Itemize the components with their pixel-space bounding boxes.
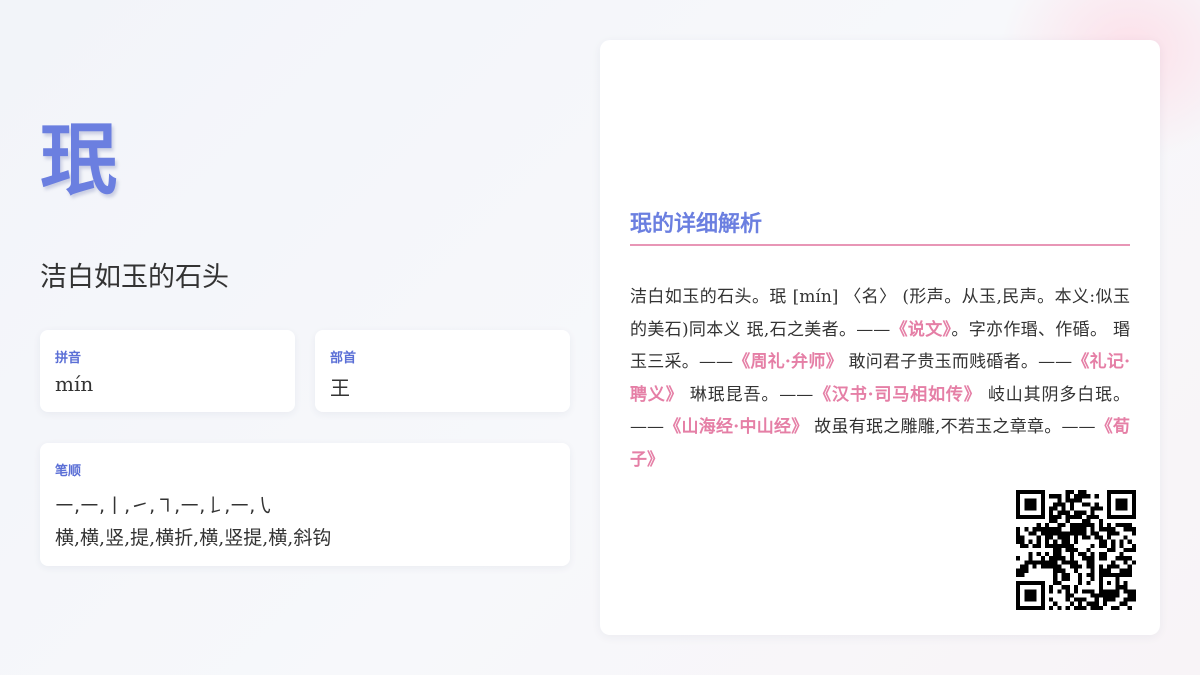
- detail-text: 故虽有珉之雕雕,不若玉之章章。——: [808, 417, 1096, 437]
- detail-divider: [630, 244, 1130, 246]
- radical-card: 部首 王: [315, 330, 570, 412]
- pinyin-value: mín: [55, 372, 94, 396]
- headword-meaning: 洁白如玉的石头: [40, 262, 229, 293]
- headword-character: 珉: [40, 115, 119, 206]
- detail-citation: 《汉书·司马相如传》: [813, 384, 982, 405]
- pinyin-card: 拼音 mín: [40, 330, 295, 412]
- detail-citation: 《山海经·中山经》: [664, 417, 809, 437]
- detail-panel: 珉的详细解析 洁白如玉的石头。珉 [mín] 〈名〉 (形声。从玉,民声。本义:…: [600, 40, 1160, 635]
- detail-citation: 《说文》: [890, 319, 952, 340]
- detail-body: 洁白如玉的石头。珉 [mín] 〈名〉 (形声。从玉,民声。本义:似玉的美石)同…: [630, 281, 1130, 476]
- qr-code-icon: [1016, 490, 1136, 610]
- detail-text: 敢问君子贵玉而贱碈者。——: [842, 352, 1073, 372]
- stroke-symbols: ㇐,㇐,丨,㇀,㇕,㇐,𠄌,㇐,㇂: [55, 495, 275, 517]
- detail-title: 珉的详细解析: [630, 211, 763, 237]
- stroke-order-label: 笔顺: [55, 464, 82, 479]
- detail-text: 琳珉昆吾。——: [683, 384, 814, 405]
- stroke-order-card: 笔顺 ㇐,㇐,丨,㇀,㇕,㇐,𠄌,㇐,㇂ 横,横,竖,提,横折,横,竖提,横,斜…: [40, 443, 570, 566]
- pinyin-label: 拼音: [55, 351, 82, 366]
- detail-citation: 《周礼·弁师》: [732, 352, 843, 372]
- stroke-names: 横,横,竖,提,横折,横,竖提,横,斜钩: [55, 527, 332, 549]
- radical-value: 王: [330, 376, 350, 400]
- radical-label: 部首: [330, 351, 357, 366]
